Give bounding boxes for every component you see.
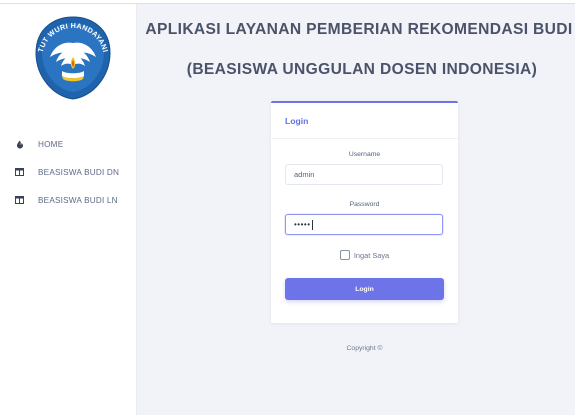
table-icon: [14, 195, 25, 206]
login-card: Login Username admin Password ••••• Inga…: [271, 101, 458, 323]
sidebar-nav: HOME BEASISWA BUDI DN BEASISWA BUDI LN: [0, 130, 136, 214]
username-value: admin: [294, 170, 315, 179]
text-caret: [311, 219, 313, 230]
password-label: Password: [349, 201, 380, 208]
main-content: APLIKASI LAYANAN PEMBERIAN REKOMENDASI B…: [137, 4, 575, 415]
home-icon: [14, 139, 25, 150]
sidebar-item-beasiswa-budi-ln[interactable]: BEASISWA BUDI LN: [0, 186, 136, 214]
remember-me-checkbox[interactable]: [339, 250, 350, 260]
login-button[interactable]: Login: [285, 278, 444, 300]
sidebar: TUT WURI HANDAYANI HOME BEASISWA BUDI DN…: [0, 4, 137, 415]
sidebar-item-home[interactable]: HOME: [0, 130, 136, 158]
username-input[interactable]: admin: [285, 164, 443, 185]
page-title: APLIKASI LAYANAN PEMBERIAN REKOMENDASI B…: [145, 21, 573, 38]
sidebar-item-label: BEASISWA BUDI DN: [38, 167, 120, 177]
remember-me-label[interactable]: Ingat Saya: [354, 251, 389, 260]
password-input[interactable]: •••••: [285, 214, 443, 235]
password-value: •••••: [294, 220, 311, 229]
table-icon: [14, 167, 25, 178]
sidebar-item-label: HOME: [38, 139, 64, 149]
sidebar-item-label: BEASISWA BUDI LN: [38, 195, 118, 205]
sidebar-item-beasiswa-budi-dn[interactable]: BEASISWA BUDI DN: [0, 158, 136, 186]
tut-wuri-handayani-logo: TUT WURI HANDAYANI: [28, 13, 118, 103]
username-label: Username: [348, 151, 381, 158]
page-subtitle: (BEASISWA UNGGULAN DOSEN INDONESIA): [186, 61, 538, 78]
remember-me: Ingat Saya: [271, 250, 458, 260]
copyright-text: Copyright ©: [346, 345, 383, 352]
login-card-title: Login: [271, 103, 458, 139]
